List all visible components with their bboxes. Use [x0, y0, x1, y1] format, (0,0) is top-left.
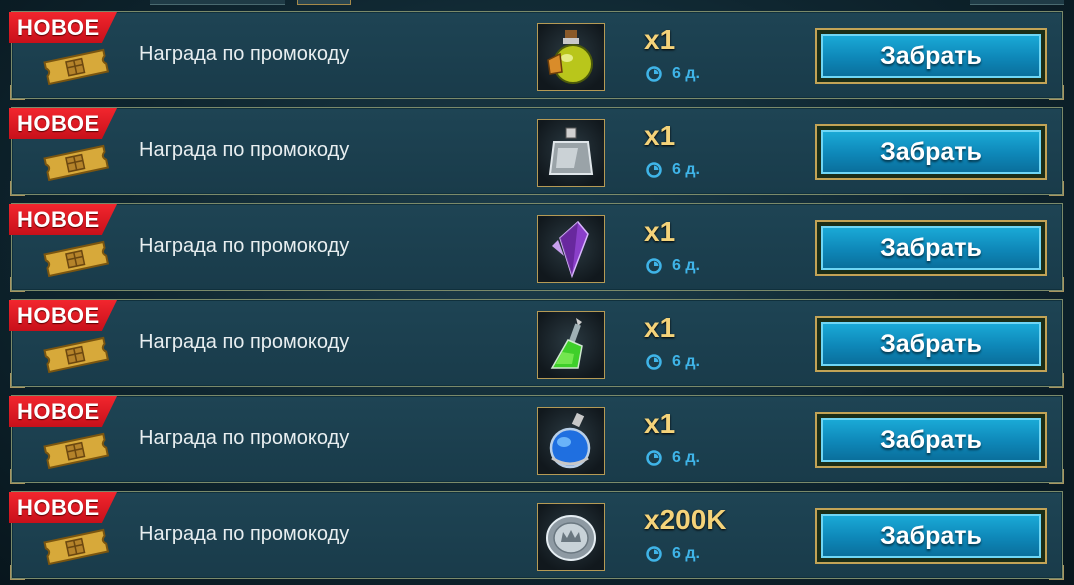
new-badge: НОВОЕ: [9, 492, 117, 523]
promo-ticket-icon: [43, 144, 110, 182]
reward-label: Награда по промокоду: [139, 331, 350, 353]
clock-icon: [646, 162, 662, 178]
reward-quantity: x1: [644, 312, 676, 343]
claim-button[interactable]: Забрать: [815, 508, 1047, 564]
reward-list: НОВОЕ Награда по промокоду x1 6 д. Забра…: [0, 0, 1074, 585]
green-potion-icon: [550, 318, 583, 369]
reward-item-frame[interactable]: [537, 503, 605, 571]
reward-label: Награда по промокоду: [139, 43, 350, 65]
new-badge: НОВОЕ: [9, 300, 117, 331]
clock-icon: [646, 450, 662, 466]
reward-quantity: x1: [644, 216, 676, 247]
claim-button-label: Забрать: [821, 418, 1041, 462]
reward-row: НОВОЕ Награда по промокоду x1 6 д. Забра…: [9, 107, 1064, 196]
reward-label: Награда по промокоду: [139, 235, 350, 257]
clock-icon: [646, 258, 662, 274]
reward-row: НОВОЕ Награда по промокоду x1 6 д. Забра…: [9, 203, 1064, 292]
claim-button-label: Забрать: [821, 322, 1041, 366]
reward-label: Награда по промокоду: [139, 139, 350, 161]
reward-item-frame[interactable]: [537, 407, 605, 475]
timer-text: 6 д.: [672, 65, 700, 82]
new-badge: НОВОЕ: [9, 396, 117, 427]
claim-button[interactable]: Забрать: [815, 28, 1047, 84]
timer-text: 6 д.: [672, 449, 700, 466]
claim-button-label: Забрать: [821, 34, 1041, 78]
reward-row: НОВОЕ Награда по промокоду x1 6 д. Забра…: [9, 299, 1064, 388]
reward-label: Награда по промокоду: [139, 523, 350, 545]
clock-icon: [646, 66, 662, 82]
claim-button-label: Забрать: [821, 226, 1041, 270]
new-badge: НОВОЕ: [9, 204, 117, 235]
promo-ticket-icon: [43, 528, 110, 566]
yellow-potion-icon: [547, 30, 593, 84]
reward-item-frame[interactable]: [537, 311, 605, 379]
claim-button[interactable]: Забрать: [815, 412, 1047, 468]
reward-quantity: x1: [644, 24, 676, 55]
new-badge: НОВОЕ: [9, 12, 117, 43]
claim-button-label: Забрать: [821, 514, 1041, 558]
reward-row: НОВОЕ Награда по промокоду x1 6 д. Забра…: [9, 395, 1064, 484]
claim-button[interactable]: Забрать: [815, 220, 1047, 276]
timer-text: 6 д.: [672, 545, 700, 562]
reward-row: НОВОЕ Награда по промокоду x200K 6 д. За…: [9, 491, 1064, 580]
reward-item-frame[interactable]: [537, 215, 605, 283]
timer-text: 6 д.: [672, 161, 700, 178]
timer-text: 6 д.: [672, 353, 700, 370]
reward-quantity: x1: [644, 120, 676, 151]
silver-coin-icon: [546, 515, 596, 561]
promo-ticket-icon: [43, 48, 110, 86]
new-badge: НОВОЕ: [9, 108, 117, 139]
reward-label: Награда по промокоду: [139, 427, 350, 449]
timer-text: 6 д.: [672, 257, 700, 274]
clock-icon: [646, 354, 662, 370]
reward-item-frame[interactable]: [537, 119, 605, 187]
promo-ticket-icon: [43, 240, 110, 278]
promo-ticket-icon: [43, 432, 110, 470]
claim-button-label: Забрать: [821, 130, 1041, 174]
claim-button[interactable]: Забрать: [815, 316, 1047, 372]
silver-flask-icon: [548, 127, 594, 175]
blue-potion-icon: [549, 412, 591, 469]
reward-quantity: x200K: [644, 504, 727, 535]
reward-quantity: x1: [644, 408, 676, 439]
clock-icon: [646, 546, 662, 562]
reward-item-frame[interactable]: [537, 23, 605, 91]
reward-row: НОВОЕ Награда по промокоду x1 6 д. Забра…: [9, 11, 1064, 100]
claim-button[interactable]: Забрать: [815, 124, 1047, 180]
purple-crystal-icon: [552, 220, 589, 279]
promo-ticket-icon: [43, 336, 110, 374]
